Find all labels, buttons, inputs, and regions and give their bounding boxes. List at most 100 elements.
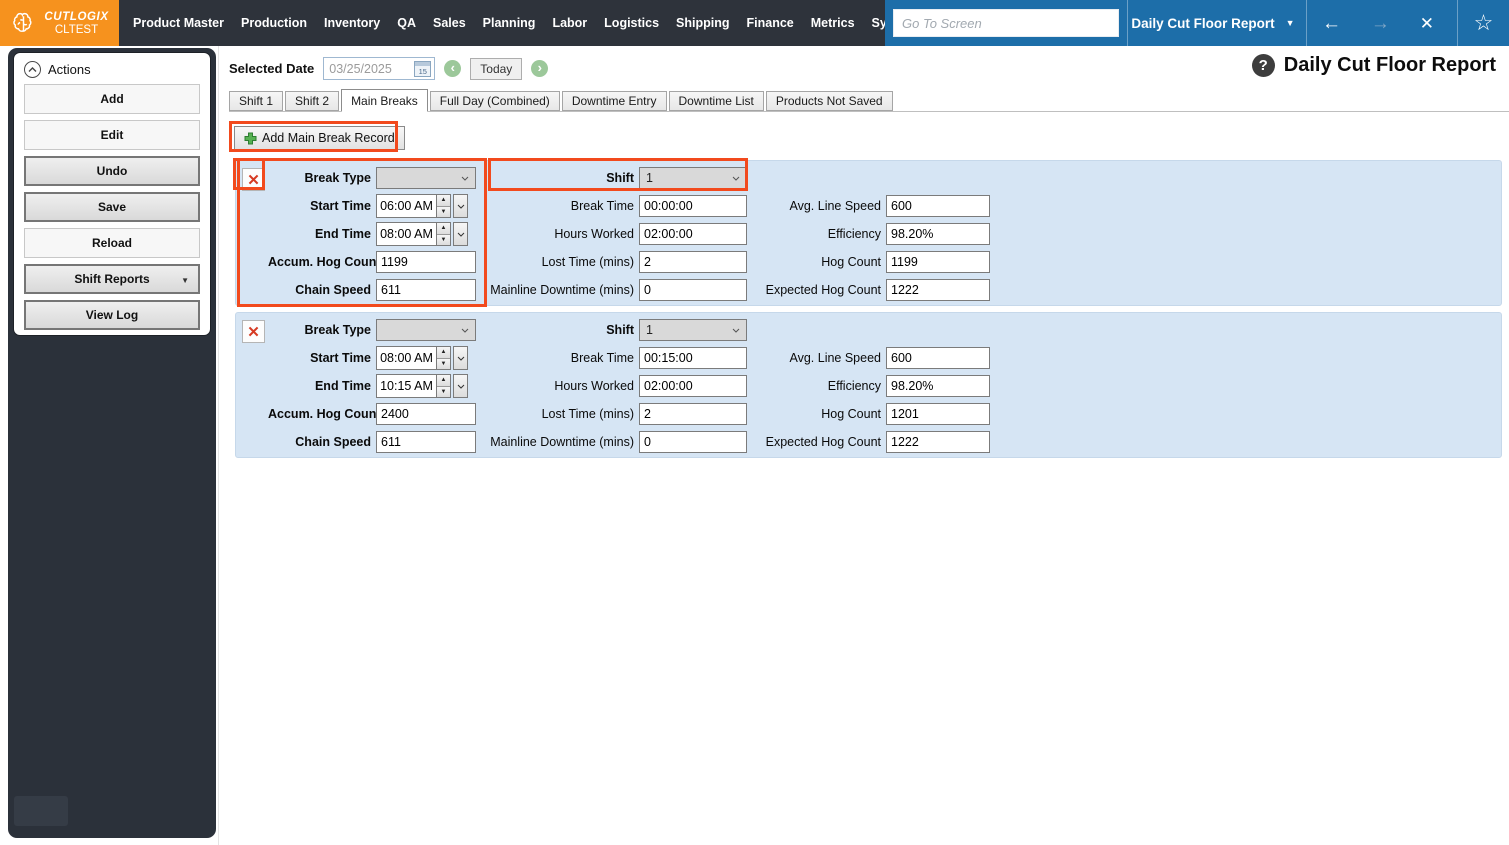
- shift-select[interactable]: 1: [639, 167, 747, 189]
- hidden-sidebar-button: [14, 796, 68, 826]
- edit-button[interactable]: Edit: [24, 120, 200, 150]
- break-type-select[interactable]: [376, 167, 476, 189]
- menu-qa[interactable]: QA: [397, 16, 416, 30]
- mainline-downtime-input[interactable]: [639, 279, 747, 301]
- expected-hog-count-input[interactable]: [886, 279, 990, 301]
- tab-downtime-list[interactable]: Downtime List: [668, 91, 764, 111]
- time-spinner[interactable]: ▲ ▼: [437, 194, 451, 218]
- break-type-select[interactable]: [376, 319, 476, 341]
- menu-planning[interactable]: Planning: [483, 16, 536, 30]
- efficiency-label: Efficiency: [827, 227, 881, 241]
- hours-worked-label: Hours Worked: [554, 379, 634, 393]
- time-spinner[interactable]: ▲ ▼: [437, 374, 451, 398]
- time-dropdown-button[interactable]: [453, 346, 468, 370]
- actions-panel-title: Actions: [48, 62, 91, 77]
- today-button[interactable]: Today: [470, 57, 523, 80]
- end-time-picker[interactable]: 10:15 AM ▲ ▼: [376, 374, 476, 398]
- shift-label: Shift: [606, 323, 634, 337]
- time-dropdown-button[interactable]: [453, 194, 468, 218]
- expected-hog-count-input[interactable]: [886, 431, 990, 453]
- next-day-button[interactable]: ›: [531, 60, 549, 77]
- reload-button[interactable]: Reload: [24, 228, 200, 258]
- calendar-icon[interactable]: 15: [414, 60, 432, 77]
- forward-arrow-icon[interactable]: →: [1371, 14, 1390, 33]
- sidebar: Actions Add Edit Undo Save Reload Shift …: [8, 48, 216, 838]
- main-content: Selected Date 03/25/2025 15 ‹ Today › ? …: [218, 46, 1509, 845]
- time-dropdown-button[interactable]: [453, 222, 468, 246]
- tab-products-not-saved[interactable]: Products Not Saved: [765, 91, 893, 111]
- help-icon[interactable]: ?: [1251, 54, 1275, 77]
- view-log-button[interactable]: View Log: [24, 300, 200, 330]
- hours-worked-input[interactable]: [639, 375, 747, 397]
- main-break-record-2: ✕ Break Type Shift 1 Start Time 08:00 AM…: [235, 312, 1502, 458]
- shift-select[interactable]: 1: [639, 319, 747, 341]
- brand-logo[interactable]: CUTLOGIX CLTEST: [0, 0, 119, 46]
- menu-product-master[interactable]: Product Master: [133, 16, 224, 30]
- delete-record-button[interactable]: ✕: [242, 320, 265, 343]
- break-time-input[interactable]: [639, 347, 747, 369]
- time-dropdown-button[interactable]: [453, 374, 468, 398]
- add-main-break-record-button[interactable]: Add Main Break Record: [234, 126, 405, 150]
- hog-count-input[interactable]: [886, 403, 990, 425]
- menu-logistics[interactable]: Logistics: [604, 16, 659, 30]
- selected-date-label: Selected Date: [229, 61, 315, 76]
- previous-day-button[interactable]: ‹: [444, 60, 462, 77]
- mainline-downtime-input[interactable]: [639, 431, 747, 453]
- back-arrow-icon[interactable]: ←: [1322, 14, 1341, 33]
- end-time-picker[interactable]: 08:00 AM ▲ ▼: [376, 222, 476, 246]
- break-type-label: Break Type: [304, 323, 371, 337]
- tab-shift-1[interactable]: Shift 1: [229, 91, 284, 111]
- start-time-picker[interactable]: 08:00 AM ▲ ▼: [376, 346, 476, 370]
- page-title: ? Daily Cut Floor Report: [1251, 54, 1496, 77]
- lost-time-input[interactable]: [639, 251, 747, 273]
- break-time-input[interactable]: [639, 195, 747, 217]
- menu-finance[interactable]: Finance: [747, 16, 794, 30]
- chain-speed-input[interactable]: [376, 279, 476, 301]
- go-to-screen-input[interactable]: [893, 9, 1119, 37]
- time-spinner[interactable]: ▲ ▼: [437, 222, 451, 246]
- time-spinner[interactable]: ▲ ▼: [437, 346, 451, 370]
- hours-worked-input[interactable]: [639, 223, 747, 245]
- delete-record-button[interactable]: ✕: [242, 168, 265, 191]
- tab-main-breaks[interactable]: Main Breaks: [341, 89, 428, 112]
- tab-shift-2[interactable]: Shift 2: [285, 91, 340, 111]
- save-button[interactable]: Save: [24, 192, 200, 222]
- lost-time-label: Lost Time (mins): [541, 255, 634, 269]
- menu-production[interactable]: Production: [241, 16, 307, 30]
- accum-hog-count-input[interactable]: [376, 403, 476, 425]
- start-time-picker[interactable]: 06:00 AM ▲ ▼: [376, 194, 476, 218]
- close-icon[interactable]: ✕: [1420, 15, 1434, 32]
- page-title-text: Daily Cut Floor Report: [1283, 54, 1496, 76]
- avg-line-speed-input[interactable]: [886, 195, 990, 217]
- favorite-star-icon[interactable]: ☆: [1474, 12, 1494, 34]
- collapse-panel-icon[interactable]: [24, 61, 41, 78]
- top-bar: CUTLOGIX CLTEST Product Master Productio…: [0, 0, 1509, 46]
- chain-speed-input[interactable]: [376, 431, 476, 453]
- chevron-down-icon: [732, 176, 740, 181]
- chevron-down-icon: [732, 328, 740, 333]
- expected-hog-count-label: Expected Hog Count: [765, 283, 881, 297]
- menu-labor[interactable]: Labor: [552, 16, 587, 30]
- menu-metrics[interactable]: Metrics: [811, 16, 855, 30]
- lost-time-input[interactable]: [639, 403, 747, 425]
- undo-button[interactable]: Undo: [24, 156, 200, 186]
- efficiency-input[interactable]: [886, 223, 990, 245]
- tab-strip: Shift 1 Shift 2 Main Breaks Full Day (Co…: [229, 89, 1509, 112]
- main-break-record-1: ✕ Break Type Shift 1 Start Time 06:00 AM…: [235, 160, 1502, 306]
- expected-hog-count-label: Expected Hog Count: [765, 435, 881, 449]
- avg-line-speed-label: Avg. Line Speed: [789, 351, 881, 365]
- avg-line-speed-input[interactable]: [886, 347, 990, 369]
- date-picker-input[interactable]: 03/25/2025 15: [323, 57, 436, 80]
- efficiency-input[interactable]: [886, 375, 990, 397]
- menu-sales[interactable]: Sales: [433, 16, 466, 30]
- menu-shipping[interactable]: Shipping: [676, 16, 729, 30]
- tab-downtime-entry[interactable]: Downtime Entry: [561, 91, 667, 111]
- screen-selector-dropdown[interactable]: Daily Cut Floor Report ▼: [1128, 16, 1298, 31]
- accum-hog-count-input[interactable]: [376, 251, 476, 273]
- shift-reports-dropdown-button[interactable]: Shift Reports ▼: [24, 264, 200, 294]
- add-button[interactable]: Add: [24, 84, 200, 114]
- menu-system[interactable]: System: [872, 16, 885, 30]
- tab-full-day-combined[interactable]: Full Day (Combined): [429, 91, 560, 111]
- menu-inventory[interactable]: Inventory: [324, 16, 380, 30]
- hog-count-input[interactable]: [886, 251, 990, 273]
